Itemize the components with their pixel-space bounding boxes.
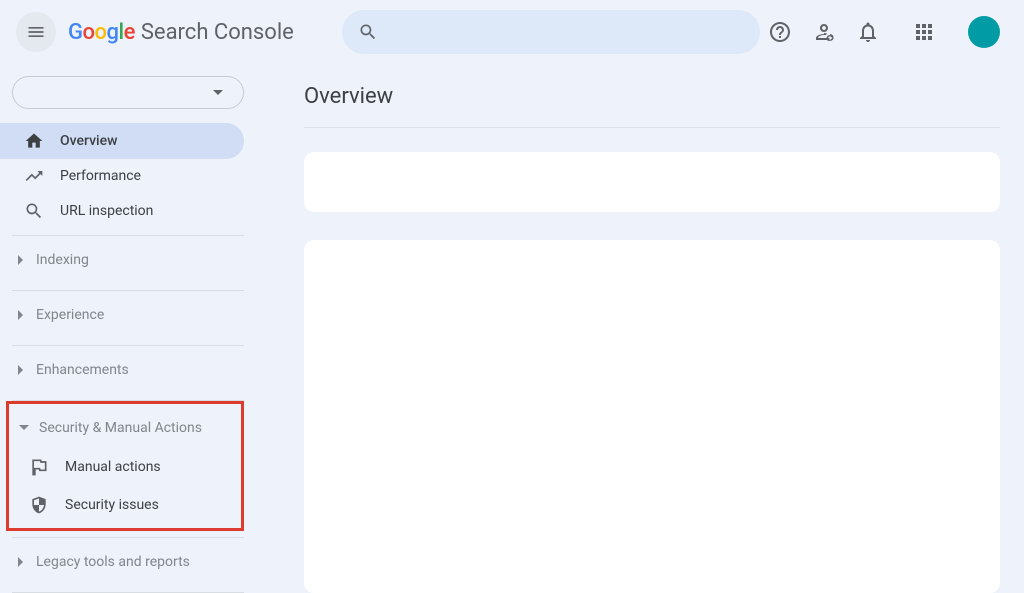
sidebar-item-security-issues[interactable]: Security issues — [9, 486, 241, 524]
sidebar-item-label: Security issues — [65, 497, 159, 513]
sidebar-item-manual-actions[interactable]: Manual actions — [9, 448, 241, 486]
sidebar: Overview Performance URL inspection Inde… — [0, 64, 256, 593]
property-selector[interactable] — [12, 76, 244, 109]
layout: Overview Performance URL inspection Inde… — [0, 64, 1024, 593]
apps-icon[interactable] — [912, 20, 936, 44]
group-label: Indexing — [36, 252, 89, 268]
chevron-right-icon — [16, 365, 26, 375]
main-menu-button[interactable] — [16, 12, 56, 52]
people-icon[interactable] — [812, 20, 836, 44]
sidebar-item-performance[interactable]: Performance — [0, 159, 244, 194]
sidebar-item-url-inspection[interactable]: URL inspection — [0, 194, 244, 229]
logo[interactable]: Google Search Console — [68, 20, 294, 45]
group-label: Experience — [36, 307, 104, 323]
trending-icon — [24, 166, 44, 186]
sidebar-item-label: Manual actions — [65, 459, 161, 475]
product-name: Search Console — [141, 20, 294, 45]
google-logo: Google — [68, 20, 135, 45]
group-label: Legacy tools and reports — [36, 554, 190, 570]
sidebar-group-indexing[interactable]: Indexing — [0, 236, 256, 284]
highlight-security-box: Security & Manual Actions Manual actions… — [6, 401, 244, 531]
sidebar-group-experience[interactable]: Experience — [0, 291, 256, 339]
page-title: Overview — [304, 84, 1000, 128]
help-icon[interactable] — [768, 20, 792, 44]
avatar[interactable] — [968, 16, 1000, 48]
sidebar-group-enhancements[interactable]: Enhancements — [0, 346, 256, 394]
search-icon — [24, 201, 44, 221]
chevron-right-icon — [16, 557, 26, 567]
search-icon — [358, 22, 378, 42]
sidebar-item-label: Overview — [60, 133, 117, 149]
chevron-right-icon — [16, 255, 26, 265]
sidebar-group-security[interactable]: Security & Manual Actions — [9, 408, 241, 448]
group-label: Security & Manual Actions — [39, 420, 202, 436]
chevron-right-icon — [16, 310, 26, 320]
search-input[interactable] — [342, 10, 760, 54]
sidebar-group-legacy[interactable]: Legacy tools and reports — [0, 538, 256, 586]
notifications-icon[interactable] — [856, 20, 880, 44]
home-icon — [24, 131, 44, 151]
header: Google Search Console — [0, 0, 1024, 64]
group-label: Enhancements — [36, 362, 129, 378]
shield-icon — [29, 495, 49, 515]
flag-icon — [29, 457, 49, 477]
hamburger-icon — [26, 22, 46, 42]
chevron-down-icon — [19, 423, 29, 433]
sidebar-item-label: URL inspection — [60, 203, 153, 219]
content-card — [304, 152, 1000, 212]
main-content: Overview — [256, 64, 1024, 593]
chevron-down-icon — [213, 88, 223, 98]
header-actions — [768, 16, 1000, 48]
content-card — [304, 240, 1000, 593]
sidebar-item-label: Performance — [60, 168, 141, 184]
sidebar-item-overview[interactable]: Overview — [0, 123, 244, 158]
